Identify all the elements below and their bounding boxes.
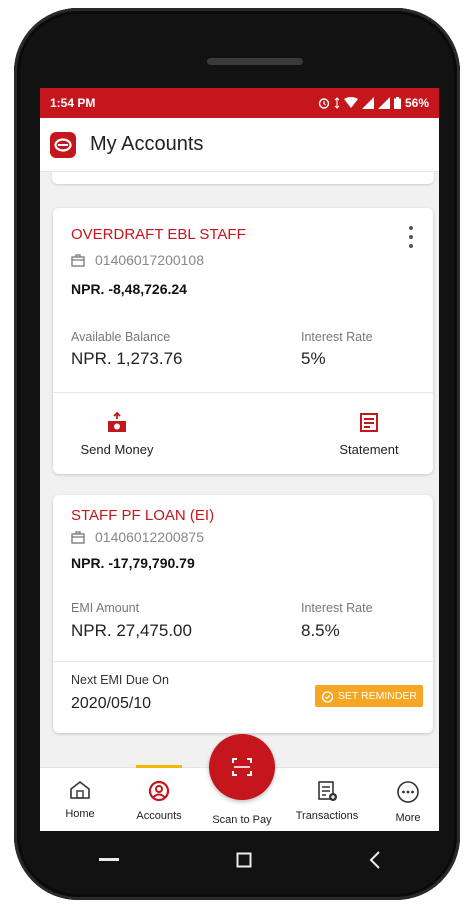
account-name: OVERDRAFT EBL STAFF (71, 226, 246, 243)
speaker-grille (207, 58, 303, 65)
status-time: 1:54 PM (50, 96, 96, 110)
statement-button[interactable]: Statement (329, 412, 409, 457)
nav-more-label: More (395, 812, 421, 824)
back-icon[interactable] (369, 851, 381, 869)
scan-to-pay-button[interactable] (209, 734, 275, 800)
nav-accounts-label: Accounts (136, 810, 182, 822)
brand-logo-icon (54, 137, 72, 152)
account-number-row: 01406012200875 (71, 529, 204, 545)
set-reminder-label: SET REMINDER (337, 690, 417, 702)
recents-icon[interactable] (98, 858, 119, 862)
interest-rate-value: 8.5% (301, 621, 340, 640)
available-balance-label: Available Balance (71, 330, 171, 344)
battery-icon (393, 97, 401, 109)
nav-home-label: Home (65, 808, 95, 820)
more-options-icon[interactable] (407, 226, 415, 248)
previous-card-edge (52, 172, 434, 184)
active-tab-indicator (136, 765, 182, 768)
more-icon (397, 781, 419, 803)
system-home-icon[interactable] (236, 852, 252, 868)
signal-icon (361, 97, 374, 109)
status-icons: 56% (318, 96, 429, 110)
emi-amount-label: EMI Amount (71, 601, 140, 615)
status-bar: 1:54 PM 56% (40, 88, 439, 118)
scan-icon (232, 758, 252, 776)
statement-label: Statement (339, 442, 399, 457)
account-number-row: 01406017200108 (71, 252, 204, 268)
emi-amount-value: NPR. 27,475.00 (71, 621, 192, 640)
bottom-navigation: Home Accounts Scan to Pay Transactions M… (40, 734, 439, 831)
interest-rate-value: 5% (301, 349, 326, 368)
set-reminder-button[interactable]: SET REMINDER (314, 685, 423, 707)
nav-transactions-label: Transactions (295, 810, 359, 822)
alarm-clock-icon (321, 690, 333, 703)
wifi-icon (343, 97, 358, 108)
system-navigation-bar (40, 831, 439, 889)
nav-accounts[interactable]: Accounts (119, 765, 199, 822)
account-number: 01406012200875 (95, 529, 205, 545)
nav-transactions[interactable]: Transactions (287, 780, 367, 822)
page-title: My Accounts (90, 133, 204, 155)
card-divider (53, 661, 433, 662)
account-number: 01406017200108 (95, 252, 205, 268)
interest-rate-label: Interest Rate (301, 601, 373, 615)
home-icon (70, 780, 90, 799)
data-arrows-icon (334, 97, 340, 109)
card-divider (53, 392, 433, 393)
account-card[interactable]: OVERDRAFT EBL STAFF 01406017200108 NPR. … (53, 208, 433, 474)
next-emi-label: Next EMI Due On (71, 673, 169, 687)
nav-home[interactable]: Home (40, 780, 120, 820)
account-icon (148, 780, 170, 802)
briefcase-icon (71, 253, 85, 267)
next-emi-date: 2020/05/10 (71, 695, 152, 712)
account-name: STAFF PF LOAN (EI) (71, 507, 215, 524)
battery-level: 56% (404, 96, 429, 110)
statement-icon (360, 413, 378, 432)
send-money-label: Send Money (80, 442, 154, 457)
transactions-icon (318, 781, 337, 801)
interest-rate-label: Interest Rate (301, 330, 373, 344)
account-balance: NPR. -8,48,726.24 (71, 281, 187, 297)
available-balance-value: NPR. 1,273.76 (71, 349, 183, 368)
brand-logo (50, 131, 76, 158)
accounts-list[interactable]: OVERDRAFT EBL STAFF 01406017200108 NPR. … (40, 172, 439, 752)
alarm-icon (318, 98, 330, 109)
app-header: My Accounts (40, 118, 439, 172)
signal-icon-2 (377, 97, 390, 109)
nav-more[interactable]: More (368, 780, 439, 824)
send-money-icon (108, 412, 126, 432)
account-balance: NPR. -17,79,790.79 (71, 555, 195, 571)
send-money-button[interactable]: Send Money (73, 412, 161, 457)
app-screen: 1:54 PM 56% My Accounts OVERDRAFT EBL ST… (40, 88, 439, 831)
account-card[interactable]: STAFF PF LOAN (EI) 01406012200875 NPR. -… (53, 495, 433, 733)
briefcase-icon (71, 530, 85, 544)
scan-to-pay-label: Scan to Pay (212, 814, 272, 826)
